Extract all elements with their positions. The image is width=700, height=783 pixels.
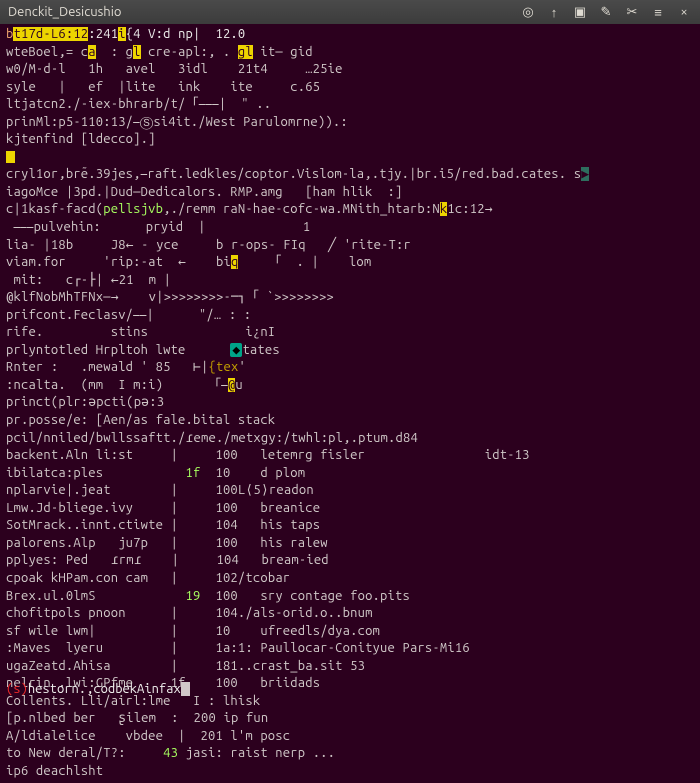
tools-icon[interactable]: ✂ [624, 4, 640, 20]
term-line: viam.for 'rip:-at ← biq 「 . | lom [6, 254, 694, 272]
status-bar: (s) hestorn.,codbekAinfax [6, 682, 694, 696]
table-row: ugaZeatd.Ahisa | 181..crast_ba.sit 53 [6, 658, 694, 676]
table-row: SotMrack..innt.ctiwte | 104 his taps [6, 517, 694, 535]
table-row: palorens.Alp ju7p | 100 his ralew [6, 535, 694, 553]
term-line: [p.nlbed ber ʂilem : 200 ip fun [6, 710, 694, 728]
term-line: pcil/nniled/bwllssaftt./ɾeme./metxgy:/tw… [6, 430, 694, 448]
term-line: princt(plr:əpcti(pə:3 [6, 394, 694, 412]
term-line: cryl1or,brẽ.39jes,⎯raft.ledkles/coptor.V… [6, 166, 694, 184]
text-cursor-icon [181, 682, 190, 696]
term-line: @klfNobMhTFNx—→ v|>>>>>>>>-─┐「 `>>>>>>>> [6, 289, 694, 307]
term-line: :ncalta. (mm I m:i) 「⎯@u [6, 377, 694, 395]
diamond-icon: ◆ [230, 343, 242, 357]
table-row: cpoak kHPam.con cam | 102/tcobar [6, 570, 694, 588]
prompt-line: bt17d-L6:12:241i{4 V:d np| 12.0 [6, 26, 694, 44]
clipboard-icon[interactable]: ▣ [572, 4, 588, 20]
table-row: Lmw.Jd-bliege.ivy | 100 breanice [6, 500, 694, 518]
table-row: nplarvie|.jeat | 100L⟨5⟩readon [6, 482, 694, 500]
table-row: :Maves lyeru | 1a:1: Paullocar-Conityue … [6, 640, 694, 658]
term-line: Rnter : .mewald ' 85 ⊢|{tex' [6, 359, 694, 377]
term-line: pr.posse/e: [Aen/as fale.bital stack [6, 412, 694, 430]
terminal-output[interactable]: bt17d-L6:12:241i{4 V:d np| 12.0 wteBoel,… [0, 24, 700, 783]
term-line: ltjatcn2./-iex-bhrarb/t/「⎯⎯⎯| " .. [6, 96, 694, 114]
term-line: syle | ef |lite ink ite c.65 [6, 79, 694, 97]
term-line: prlyntotled Hrpltoh lwte ◆tates [6, 342, 694, 360]
block-cursor-icon [6, 151, 15, 163]
globe-icon[interactable]: ◎ [520, 4, 536, 20]
term-line: iagoMce |3pd.|Dud—Dedicalors. RMP.amg [h… [6, 184, 694, 202]
window-titlebar: Denckit_Desicushio ◎ ↑ ▣ ✎ ✂ ≡ × [0, 0, 700, 24]
menu-icon[interactable]: ≡ [650, 4, 666, 20]
term-line: c|1kasf-facd(pellsjvb,./remm raN-hae-cof… [6, 201, 694, 219]
term-line: ip6 deachlsht [6, 763, 694, 781]
table-row: backent.Aln li:st | 100 letemrg fisler i… [6, 447, 694, 465]
table-row: ibilatca:ples 1f 10 d plom [6, 465, 694, 483]
term-line: to New deral/T?: 43 jasi: raist nerp ... [6, 745, 694, 763]
titlebar-right: ◎ ↑ ▣ ✎ ✂ ≡ × [520, 4, 692, 20]
term-line: wteBoel,= ca : gl cre-apl:, . gl it— gid [6, 44, 694, 62]
arrow-up-icon[interactable]: ↑ [546, 4, 562, 20]
table-row: pplyes: Ped ɾrmɾ | 104 bream-ied [6, 552, 694, 570]
close-icon[interactable]: × [676, 4, 692, 20]
status-text: hestorn.,codbekAinfax [28, 682, 181, 696]
table-row: sf wile lwm| | 10 ufreedls/dya.com [6, 623, 694, 641]
table-row: Brex.ul.0lmS 19 100 sry contage foo.pits [6, 588, 694, 606]
term-line: prinMl:p5-110:13/⎯Ⓢsi4it./West Parulomrn… [6, 114, 694, 132]
term-line: rife. stins i¿nI [6, 324, 694, 342]
term-line: lia- |18b J8← - yce b r-ops- FIq ╱ 'rite… [6, 237, 694, 255]
term-line: kjtenfind [ldecco].] [6, 131, 694, 149]
term-line: A/ldialelice vbdee | 201 l'm posc [6, 728, 694, 746]
wrench-icon[interactable]: ✎ [598, 4, 614, 20]
table-row: chofitpols pnoon | 104./als-orid.o..bnum [6, 605, 694, 623]
window-title: Denckit_Desicushio [8, 5, 122, 19]
term-line: prifcont.Feclasv/⎯⎯| "/… : : [6, 307, 694, 325]
titlebar-left: Denckit_Desicushio [8, 5, 122, 19]
status-indicator-icon: (s) [6, 682, 28, 696]
term-line: w0/M-d-l 1h avel 3idl 21t4 …25ie [6, 61, 694, 79]
term-line: ⎯⎯⎯pulvehin: pryid | 1 [6, 219, 694, 237]
cursor-line [6, 149, 694, 167]
term-line: mit: c┌-├| ←21 m | [6, 272, 694, 290]
